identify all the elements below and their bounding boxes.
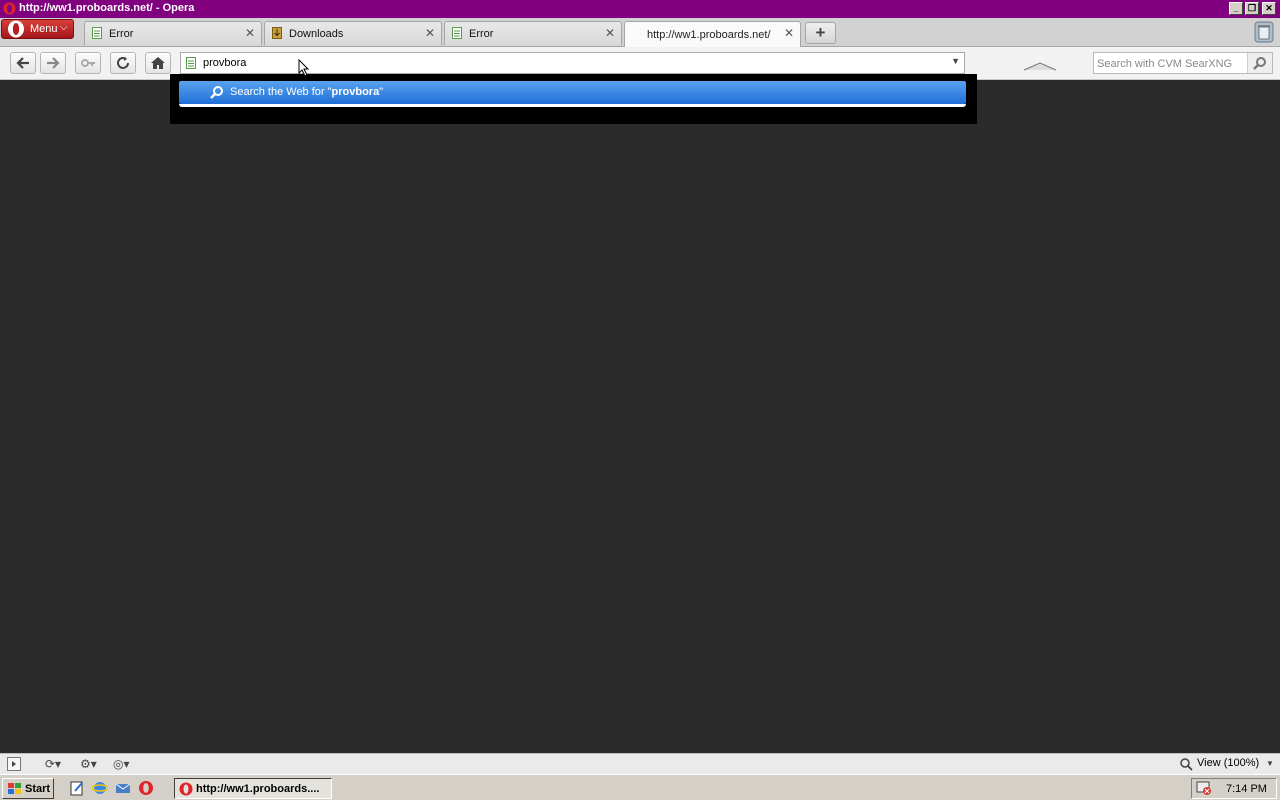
tab-downloads[interactable]: Downloads ✕ [264,21,442,45]
page-icon [186,57,196,69]
reload-button[interactable] [110,52,136,74]
tab-label: Downloads [289,28,344,40]
suggestion-text: Search the Web for "provbora" [230,86,384,98]
reload-icon [117,57,129,69]
page-icon [92,27,102,39]
window-title-bar[interactable]: http://ww1.proboards.net/ - Opera _ ❐ ✕ [0,0,1280,18]
system-tray: 7:14 PM [1191,778,1277,799]
window-title: http://ww1.proboards.net/ - Opera [19,2,195,14]
tab-strip: Menu ⌵ Error ✕ Downloads ✕ Error ✕ http:… [0,18,1280,47]
tab-label: Error [109,28,134,40]
close-tab-icon[interactable]: ✕ [425,26,435,40]
close-tab-icon[interactable]: ✕ [784,26,794,40]
home-button[interactable] [145,52,171,74]
taskbar-item-label: http://ww1.proboards.... [196,783,320,795]
search-box[interactable] [1093,52,1273,74]
page-icon [452,27,462,39]
windows-taskbar: Start http://ww1.proboards.... 7:14 PM [0,774,1280,800]
internet-explorer-icon[interactable] [92,780,108,796]
home-icon [151,57,165,69]
arrow-right-icon [47,57,60,69]
minimize-button[interactable]: _ [1229,2,1243,15]
forward-button[interactable] [40,52,66,74]
tab-label: Error [469,28,494,40]
close-window-button[interactable]: ✕ [1262,2,1276,15]
chevron-down-icon: ⌵ [60,22,68,33]
opera-logo-icon [8,20,24,38]
taskbar-item-opera[interactable]: http://ww1.proboards.... [174,778,332,799]
zoom-icon [1180,758,1193,771]
fast-forward-button[interactable] [75,52,101,74]
trash-icon[interactable] [1254,21,1274,43]
search-input[interactable] [1097,56,1247,71]
opera-logo-icon [3,2,16,15]
search-icon [1253,57,1266,70]
downloads-icon [272,27,282,39]
suggestion-divider [179,104,966,107]
taskbar-clock[interactable]: 7:14 PM [1226,783,1267,795]
outlook-express-icon[interactable] [115,780,131,796]
speed-dial-thumbnail-icon [1023,62,1057,71]
restore-button[interactable]: ❐ [1245,2,1259,15]
new-tab-button[interactable]: + [805,22,836,44]
search-icon [210,86,223,99]
start-label: Start [25,783,51,795]
turbo-icon[interactable]: ◎▾ [113,757,130,771]
address-input[interactable] [203,55,943,71]
search-button[interactable] [1247,53,1272,73]
mouse-cursor-icon [298,59,310,77]
tab-error-2[interactable]: Error ✕ [444,21,622,45]
sync-icon[interactable]: ⟳▾ [45,757,61,771]
opera-logo-icon [179,782,193,796]
tab-error-1[interactable]: Error ✕ [84,21,262,45]
history-dropdown-icon[interactable]: ▼ [951,56,960,66]
opera-menu-button[interactable]: Menu ⌵ [1,19,74,39]
zoom-level[interactable]: View (100%) [1197,757,1259,769]
tab-label: http://ww1.proboards.net/ [647,29,771,41]
tab-proboards-active[interactable]: http://ww1.proboards.net/ ✕ [624,21,801,47]
search-web-suggestion[interactable]: Search the Web for "provbora" [179,81,966,104]
opera-quicklaunch-icon[interactable] [138,780,154,796]
key-icon [81,59,95,67]
start-button[interactable]: Start [2,778,54,799]
notepad-icon[interactable] [69,780,85,796]
arrow-left-icon [16,57,29,69]
windows-logo-icon [8,783,21,794]
back-button[interactable] [10,52,36,74]
zoom-dropdown-icon[interactable]: ▼ [1266,759,1274,768]
panel-icon [12,761,16,767]
menu-label: Menu [30,23,58,35]
close-tab-icon[interactable]: ✕ [245,26,255,40]
clock-alert-icon[interactable] [1196,781,1212,796]
suggestion-query: provbora [331,86,380,98]
unite-icon[interactable]: ⚙▾ [80,757,97,771]
panel-toggle-button[interactable] [7,757,21,771]
status-bar: ⟳▾ ⚙▾ ◎▾ View (100%) ▼ [0,753,1280,774]
close-tab-icon[interactable]: ✕ [605,26,615,40]
